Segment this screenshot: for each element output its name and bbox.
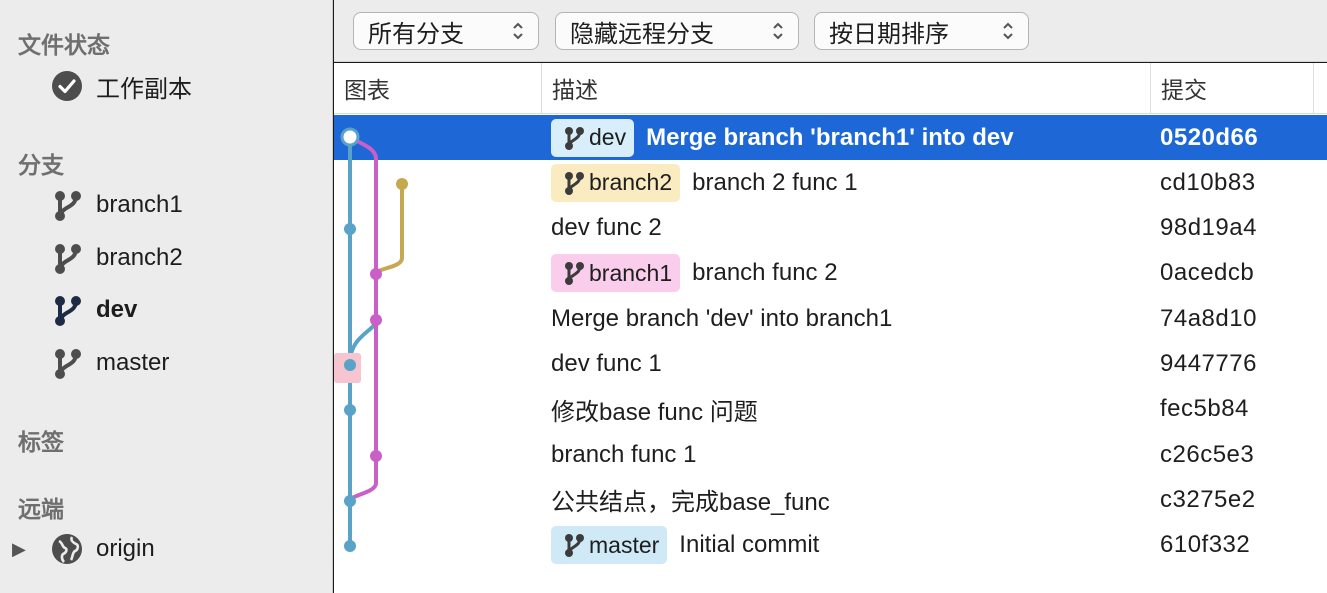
commit-message: branch func 1 [551, 440, 697, 468]
branch-icon [50, 241, 84, 275]
branch-icon [565, 171, 584, 195]
branch-icon [50, 346, 84, 380]
remote-filter-label: 隐藏远程分支 [570, 20, 714, 48]
commit-message: Merge branch 'branch1' into dev [646, 123, 1014, 151]
commit-hash: 0acedcb [1160, 259, 1255, 287]
commit-description: dev Merge branch 'branch1' into dev [551, 115, 1014, 160]
commit-message: 修改base func 问题 [551, 398, 758, 426]
column-header-description[interactable]: 描述 [542, 63, 1151, 113]
commit-row[interactable]: dev Merge branch 'branch1' into dev 0520d6… [334, 115, 1327, 160]
branch-badge[interactable]: branch2 [551, 163, 681, 202]
commit-hash: c26c5e3 [1160, 440, 1255, 468]
globe-icon [50, 532, 84, 566]
sidebar-item-label: dev [96, 296, 138, 323]
commit-description: Merge branch 'dev' into branch1 [551, 296, 892, 341]
tags-header[interactable]: 标签 [18, 423, 64, 457]
chevron-updown-icon [773, 22, 783, 40]
branch-badge-label: branch2 [589, 169, 673, 196]
sort-order-popup[interactable]: 按日期排序 [814, 12, 1029, 50]
commit-list[interactable]: 图表 描述 提交 dev Merge branch 'branch1' into … [334, 63, 1327, 593]
sidebar: 文件状态 工作副本 分支 branch1 branch2 dev master … [0, 0, 333, 593]
sidebar-item-label: origin [96, 535, 155, 562]
sidebar-item-label: 工作副本 [96, 75, 192, 103]
branch-badge[interactable]: master [551, 526, 668, 565]
commit-row[interactable]: branch func 1 c26c5e3 [334, 432, 1327, 477]
commit-row[interactable]: dev func 2 98d19a4 [334, 206, 1327, 251]
commit-message: Merge branch 'dev' into branch1 [551, 304, 893, 332]
sidebar-item-label: branch1 [96, 191, 183, 218]
commit-row[interactable]: dev func 1 9447776 [334, 342, 1327, 387]
sidebar-item-branch2[interactable]: branch2 [50, 240, 183, 276]
commit-row[interactable]: Merge branch 'dev' into branch1 74a8d10 [334, 296, 1327, 341]
remote-filter-popup[interactable]: 隐藏远程分支 [555, 12, 799, 50]
toolbar: 所有分支 隐藏远程分支 按日期排序 [334, 0, 1327, 62]
commit-description: master Initial commit [551, 523, 819, 568]
commit-description: dev func 1 [551, 342, 662, 387]
branch-badge[interactable]: dev [551, 118, 635, 157]
remotes-header[interactable]: 远端 [18, 490, 64, 524]
commit-hash: cd10b83 [1160, 168, 1256, 196]
branch-badge-label: master [589, 531, 660, 558]
commit-message: 公共结点，完成base_func [551, 489, 830, 517]
branch-filter-popup[interactable]: 所有分支 [353, 12, 539, 50]
sourcetree-window: 文件状态 工作副本 分支 branch1 branch2 dev master … [0, 0, 1327, 593]
column-header-commit[interactable]: 提交 [1151, 63, 1314, 113]
file-status-header[interactable]: 文件状态 [18, 26, 110, 60]
sidebar-item-branch1[interactable]: branch1 [50, 187, 183, 223]
commit-message: dev func 2 [551, 214, 662, 242]
sidebar-item-master[interactable]: master [50, 345, 169, 381]
sidebar-item-dev[interactable]: dev [50, 292, 137, 328]
sidebar-item-working-copy[interactable]: 工作副本 [50, 68, 192, 104]
commit-description: branch func 1 [551, 432, 696, 477]
disclosure-triangle-icon[interactable]: ▶ [12, 539, 26, 560]
branch-filter-label: 所有分支 [368, 20, 464, 48]
commit-hash: 610f332 [1160, 531, 1251, 559]
commit-row[interactable]: 修改base func 问题 fec5b84 [334, 387, 1327, 432]
branch-badge[interactable]: branch1 [551, 254, 681, 293]
chevron-updown-icon [513, 22, 523, 40]
commit-message: branch func 2 [692, 259, 838, 287]
branch-badge-label: dev [589, 124, 627, 150]
commit-message: dev func 1 [551, 350, 662, 377]
branch-badge-label: branch1 [589, 259, 673, 286]
commit-hash: fec5b84 [1160, 395, 1249, 423]
branch-icon [565, 126, 584, 150]
header-divider [334, 113, 1327, 114]
sidebar-item-label: master [96, 349, 170, 376]
branch-icon [50, 293, 84, 327]
branches-header[interactable]: 分支 [18, 146, 64, 180]
commit-hash: 0520d66 [1160, 123, 1259, 151]
commit-description: 公共结点，完成base_func [551, 477, 830, 522]
branch-icon [50, 188, 84, 222]
commit-hash: c3275e2 [1160, 485, 1256, 513]
sidebar-item-origin[interactable]: origin [50, 531, 155, 567]
branch-icon [565, 262, 584, 286]
chevron-updown-icon [1003, 22, 1013, 40]
branch-icon [565, 534, 584, 558]
commit-description: branch1 branch func 2 [551, 251, 838, 296]
commit-row[interactable]: 公共结点，完成base_func c3275e2 [334, 477, 1327, 522]
commit-description: branch2 branch 2 func 1 [551, 160, 858, 205]
commit-message: Initial commit [679, 531, 820, 559]
commit-hash: 98d19a4 [1160, 214, 1257, 242]
sidebar-item-label: branch2 [96, 244, 183, 271]
commit-message: branch 2 func 1 [692, 168, 858, 196]
commit-description: dev func 2 [551, 206, 662, 251]
sort-order-label: 按日期排序 [829, 20, 949, 48]
commit-hash: 74a8d10 [1160, 304, 1257, 332]
commit-hash: 9447776 [1160, 350, 1257, 377]
column-header-graph[interactable]: 图表 [334, 63, 542, 113]
commit-description: 修改base func 问题 [551, 387, 758, 432]
checkmark-circle-icon [50, 69, 84, 103]
commit-row[interactable]: branch1 branch func 2 0acedcb [334, 251, 1327, 296]
commit-row[interactable]: master Initial commit 610f332 [334, 523, 1327, 568]
commit-row[interactable]: branch2 branch 2 func 1 cd10b83 [334, 160, 1327, 205]
